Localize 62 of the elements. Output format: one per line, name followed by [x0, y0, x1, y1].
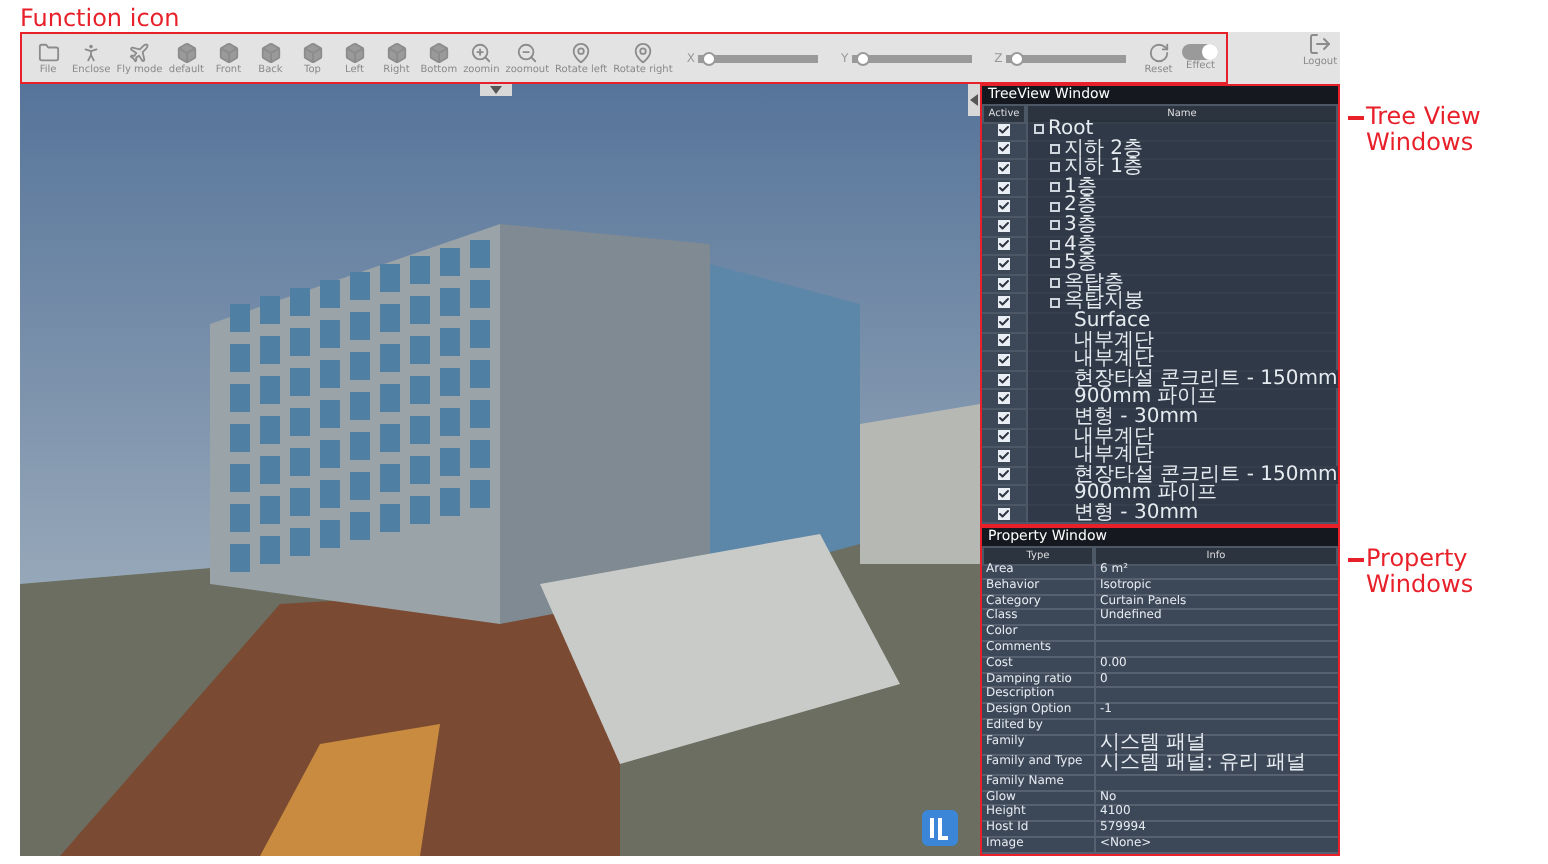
tree-item[interactable]: 지하 1층	[1026, 158, 1338, 180]
pin-icon	[631, 41, 654, 63]
tree-item[interactable]: 내부계단	[1026, 350, 1338, 372]
annotation-label: Function icon	[20, 5, 180, 31]
cube-icon	[175, 41, 198, 63]
checkbox[interactable]	[998, 507, 1010, 520]
checkbox[interactable]	[998, 161, 1010, 174]
checkbox[interactable]	[998, 181, 1010, 194]
annotation-label: Property Windows	[1366, 546, 1476, 598]
slider-track[interactable]	[852, 51, 973, 65]
checkbox[interactable]	[998, 373, 1010, 386]
slider-track[interactable]	[698, 51, 819, 65]
logout-icon	[1308, 32, 1332, 56]
tree-item[interactable]: 변형 - 30mm	[1026, 503, 1338, 524]
side-panel-handle[interactable]	[968, 84, 980, 116]
tree-item[interactable]: 3층	[1026, 215, 1338, 238]
folder-icon	[37, 41, 59, 63]
tree-item[interactable]: 내부계단	[1026, 446, 1338, 468]
checkbox[interactable]	[998, 468, 1010, 481]
checkbox[interactable]	[998, 488, 1010, 501]
annotation-label: Tree View Windows	[1366, 104, 1483, 156]
checkbox[interactable]	[998, 296, 1010, 309]
pin-icon	[570, 41, 593, 63]
tree-item[interactable]: Root	[1026, 120, 1338, 142]
checkbox[interactable]	[998, 353, 1010, 366]
tree-item[interactable]: 900mm 파이프	[1026, 484, 1338, 506]
checkbox[interactable]	[998, 392, 1010, 405]
person-icon	[80, 41, 103, 63]
checkbox[interactable]	[998, 334, 1010, 347]
cube-icon	[301, 41, 324, 63]
checkbox[interactable]	[998, 238, 1010, 251]
checkbox[interactable]	[998, 142, 1010, 155]
checkbox[interactable]	[998, 257, 1010, 270]
slider-thumb[interactable]	[855, 51, 870, 65]
reset-icon	[1147, 41, 1170, 63]
cube-icon	[385, 41, 408, 63]
checkbox[interactable]	[998, 315, 1010, 328]
cube-icon	[427, 41, 450, 63]
zoom-in-icon	[470, 41, 493, 63]
tree-item[interactable]: 5층	[1026, 254, 1338, 276]
cube-icon	[343, 41, 366, 63]
checkbox[interactable]	[998, 449, 1010, 462]
tree-item[interactable]: 변형 - 30mm	[1026, 407, 1338, 429]
checkbox[interactable]	[998, 411, 1010, 424]
plane-icon	[128, 41, 151, 63]
checkbox[interactable]	[998, 430, 1010, 443]
tree-item[interactable]: 2층	[1026, 196, 1338, 218]
tree-item[interactable]: 900mm 파이프	[1026, 388, 1338, 410]
logo-icon	[920, 808, 960, 848]
collapse-handle[interactable]	[480, 84, 512, 96]
cube-icon	[259, 41, 282, 63]
slider-track[interactable]	[1006, 51, 1127, 65]
property-value: 시스템 패널	[1094, 733, 1338, 756]
checkbox[interactable]	[998, 200, 1010, 213]
cube-icon	[217, 41, 240, 63]
checkbox[interactable]	[998, 277, 1010, 290]
tree-item[interactable]: Surface	[1026, 311, 1338, 334]
checkbox[interactable]	[998, 219, 1010, 232]
property-value: 시스템 패널: 유리 패널	[1094, 753, 1338, 776]
slider-thumb[interactable]	[702, 51, 717, 65]
slider-thumb[interactable]	[1010, 51, 1025, 65]
zoom-out-icon	[516, 41, 539, 63]
